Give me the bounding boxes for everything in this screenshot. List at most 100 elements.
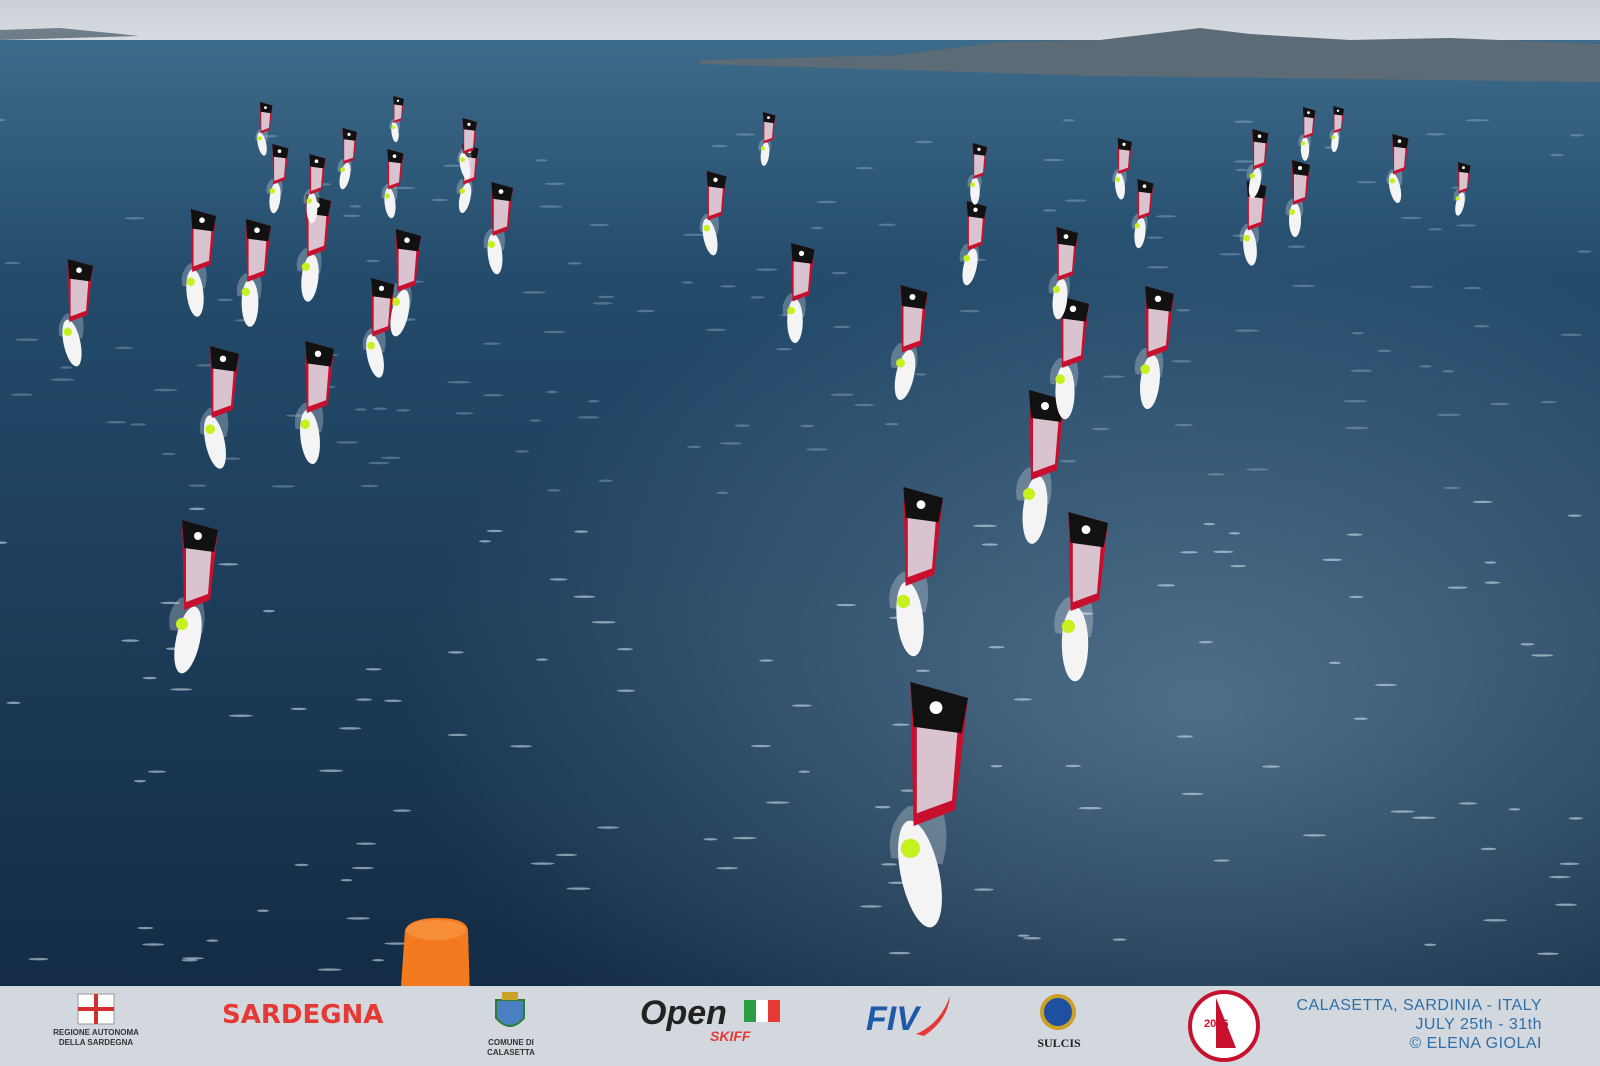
water-sparkle — [455, 412, 474, 415]
water-sparkle — [170, 688, 193, 691]
water-sparkle — [218, 563, 239, 566]
water-sparkle — [1428, 228, 1443, 231]
water-sparkle — [294, 863, 309, 867]
event-info: CALASETTA, SARDINIA - ITALY JULY 25th - … — [1296, 996, 1542, 1053]
water-sparkle — [515, 450, 530, 453]
fiv-swoosh-icon — [916, 996, 950, 1036]
water-sparkle — [1065, 764, 1082, 768]
distant-land-left — [0, 28, 140, 40]
water-sparkle — [447, 733, 468, 737]
water-sparkle — [836, 603, 857, 607]
water-sparkle — [545, 390, 558, 394]
water-sparkle — [735, 133, 756, 136]
water-sparkle — [365, 668, 382, 671]
italian-flag-icon — [744, 1000, 780, 1022]
water-sparkle — [188, 507, 205, 511]
water-sparkle — [888, 951, 911, 955]
water-sparkle — [1356, 180, 1377, 184]
water-sparkle — [1443, 486, 1460, 490]
water-sparkle — [372, 407, 387, 410]
water-sparkle — [832, 325, 851, 329]
water-sparkle — [855, 166, 874, 170]
water-sparkle — [1377, 349, 1392, 353]
water-sparkle — [759, 659, 774, 662]
water-sparkle — [800, 424, 815, 428]
water-sparkle — [383, 699, 402, 703]
water-sparkle — [372, 959, 385, 962]
regatta-scene — [0, 28, 1600, 986]
water-sparkle — [4, 261, 21, 265]
water-sparkle — [573, 595, 596, 598]
water-sparkle — [366, 259, 381, 263]
water-sparkle — [1374, 683, 1397, 687]
water-sparkle — [356, 698, 373, 701]
water-sparkle — [1560, 333, 1583, 337]
water-sparkle — [1351, 331, 1364, 335]
water-sparkle — [1207, 473, 1226, 476]
water-sparkle — [1017, 934, 1030, 937]
water-sparkle — [598, 479, 613, 482]
water-sparkle — [914, 373, 927, 376]
water-sparkle — [142, 943, 165, 946]
water-sparkle — [617, 648, 634, 651]
water-sparkle — [543, 330, 566, 334]
water-sparkle — [589, 223, 610, 227]
water-sparkle — [133, 779, 146, 783]
water-sparkle — [973, 888, 994, 891]
water-sparkle — [765, 801, 790, 804]
water-sparkle — [776, 347, 793, 351]
water-sparkle — [6, 701, 21, 705]
water-sparkle — [1219, 253, 1242, 256]
water-sparkle — [884, 422, 899, 426]
water-sparkle — [1400, 216, 1423, 220]
water-sparkle — [597, 295, 614, 299]
water-sparkle — [1536, 952, 1559, 955]
water-sparkle — [1436, 413, 1461, 417]
water-sparkle — [342, 214, 361, 218]
water-sparkle — [1484, 581, 1501, 584]
region-logo-text: REGIONE AUTONOMA DELLA SARDEGNA — [53, 1028, 139, 1047]
water-sparkle — [734, 424, 751, 427]
water-sparkle — [874, 805, 891, 809]
water-sparkle — [1302, 834, 1327, 837]
water-sparkle — [1554, 903, 1577, 906]
water-sparkle — [257, 909, 270, 912]
water-sparkle — [447, 651, 464, 654]
water-sparkle — [1465, 119, 1490, 122]
event-dates: JULY 25th - 31th — [1415, 1016, 1542, 1033]
water-sparkle — [636, 309, 655, 313]
water-sparkle — [1078, 806, 1103, 810]
water-sparkle — [1013, 698, 1032, 701]
water-sparkle — [574, 530, 589, 533]
water-sparkle — [544, 182, 565, 185]
water-sparkle — [567, 262, 582, 265]
water-sparkle — [1508, 808, 1521, 811]
water-sparkle — [121, 639, 140, 642]
water-sparkle — [750, 296, 765, 299]
event-logo-year: 2026 — [1204, 1018, 1229, 1030]
water-sparkle — [1548, 875, 1571, 879]
water-sparkle — [1228, 532, 1241, 535]
water-sparkle — [1447, 586, 1468, 589]
water-sparkle — [1442, 370, 1455, 373]
water-sparkle — [1531, 654, 1554, 657]
water-sparkle — [549, 578, 568, 581]
water-sparkle — [1023, 937, 1042, 940]
water-sparkle — [1350, 369, 1373, 372]
water-sparkle — [181, 959, 198, 962]
water-sparkle — [755, 268, 778, 271]
water-sparkle — [1176, 735, 1193, 738]
water-sparkle — [153, 388, 178, 392]
water-sparkle — [443, 164, 462, 167]
water-sparkle — [217, 298, 234, 302]
water-sparkle — [1042, 209, 1057, 212]
comune-logo-text: COMUNE DI CALASETTA — [487, 1038, 535, 1057]
water-sparkle — [591, 621, 616, 624]
water-sparkle — [446, 381, 471, 384]
water-sparkle — [1484, 561, 1497, 564]
water-sparkle — [716, 491, 729, 495]
water-sparkle — [616, 689, 635, 692]
water-sparkle — [339, 727, 362, 730]
water-sparkle — [336, 441, 359, 444]
water-sparkle — [147, 770, 166, 773]
